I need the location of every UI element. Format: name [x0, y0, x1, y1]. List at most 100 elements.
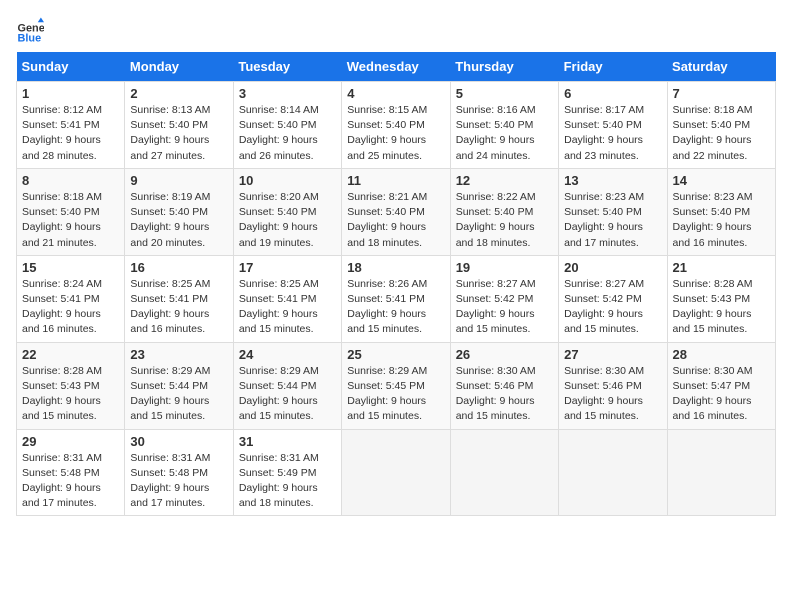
calendar-cell: 21 Sunrise: 8:28 AMSunset: 5:43 PMDayligh… [667, 255, 775, 342]
day-number: 3 [239, 86, 336, 101]
day-info: Sunrise: 8:28 AMSunset: 5:43 PMDaylight:… [673, 277, 770, 338]
calendar-cell: 3 Sunrise: 8:14 AMSunset: 5:40 PMDaylight… [233, 82, 341, 169]
day-info: Sunrise: 8:31 AMSunset: 5:48 PMDaylight:… [130, 451, 227, 512]
calendar-cell: 9 Sunrise: 8:19 AMSunset: 5:40 PMDaylight… [125, 168, 233, 255]
day-info: Sunrise: 8:29 AMSunset: 5:45 PMDaylight:… [347, 364, 444, 425]
calendar-cell: 2 Sunrise: 8:13 AMSunset: 5:40 PMDaylight… [125, 82, 233, 169]
calendar-cell: 20 Sunrise: 8:27 AMSunset: 5:42 PMDayligh… [559, 255, 667, 342]
day-info: Sunrise: 8:18 AMSunset: 5:40 PMDaylight:… [22, 190, 119, 251]
calendar-cell: 1 Sunrise: 8:12 AMSunset: 5:41 PMDaylight… [17, 82, 125, 169]
day-info: Sunrise: 8:29 AMSunset: 5:44 PMDaylight:… [130, 364, 227, 425]
day-number: 20 [564, 260, 661, 275]
calendar-cell: 14Sunrise: 8:23 AMSunset: 5:40 PMDayligh… [667, 168, 775, 255]
day-number: 31 [239, 434, 336, 449]
calendar-cell: 5 Sunrise: 8:16 AMSunset: 5:40 PMDaylight… [450, 82, 558, 169]
svg-text:Blue: Blue [18, 33, 42, 44]
day-info: Sunrise: 8:25 AMSunset: 5:41 PMDaylight:… [239, 277, 336, 338]
dow-header: Sunday [17, 52, 125, 82]
day-info: Sunrise: 8:31 AMSunset: 5:48 PMDaylight:… [22, 451, 119, 512]
logo-icon: General Blue [16, 16, 44, 44]
calendar-cell: 15 Sunrise: 8:24 AMSunset: 5:41 PMDayligh… [17, 255, 125, 342]
day-number: 21 [673, 260, 770, 275]
calendar-week-row: 8Sunrise: 8:18 AMSunset: 5:40 PMDaylight… [17, 168, 776, 255]
day-number: 1 [22, 86, 119, 101]
calendar-cell: 16 Sunrise: 8:25 AMSunset: 5:41 PMDayligh… [125, 255, 233, 342]
calendar-cell: 27 Sunrise: 8:30 AMSunset: 5:46 PMDayligh… [559, 342, 667, 429]
day-number: 22 [22, 347, 119, 362]
day-info: Sunrise: 8:15 AMSunset: 5:40 PMDaylight:… [347, 103, 444, 164]
day-info: Sunrise: 8:12 AMSunset: 5:41 PMDaylight:… [22, 103, 119, 164]
day-info: Sunrise: 8:25 AMSunset: 5:41 PMDaylight:… [130, 277, 227, 338]
day-info: Sunrise: 8:17 AMSunset: 5:40 PMDaylight:… [564, 103, 661, 164]
day-number: 18 [347, 260, 444, 275]
day-number: 27 [564, 347, 661, 362]
day-number: 14 [673, 173, 770, 188]
day-info: Sunrise: 8:13 AMSunset: 5:40 PMDaylight:… [130, 103, 227, 164]
calendar-week-row: 22Sunrise: 8:28 AMSunset: 5:43 PMDayligh… [17, 342, 776, 429]
dow-header: Friday [559, 52, 667, 82]
day-info: Sunrise: 8:24 AMSunset: 5:41 PMDaylight:… [22, 277, 119, 338]
calendar-cell: 28 Sunrise: 8:30 AMSunset: 5:47 PMDayligh… [667, 342, 775, 429]
day-number: 25 [347, 347, 444, 362]
day-number: 30 [130, 434, 227, 449]
dow-header: Wednesday [342, 52, 450, 82]
day-number: 16 [130, 260, 227, 275]
calendar-cell [667, 429, 775, 516]
day-number: 2 [130, 86, 227, 101]
day-info: Sunrise: 8:30 AMSunset: 5:47 PMDaylight:… [673, 364, 770, 425]
day-info: Sunrise: 8:23 AMSunset: 5:40 PMDaylight:… [564, 190, 661, 251]
calendar-cell: 25 Sunrise: 8:29 AMSunset: 5:45 PMDayligh… [342, 342, 450, 429]
calendar-cell: 10Sunrise: 8:20 AMSunset: 5:40 PMDayligh… [233, 168, 341, 255]
calendar-cell: 31 Sunrise: 8:31 AMSunset: 5:49 PMDayligh… [233, 429, 341, 516]
day-number: 19 [456, 260, 553, 275]
day-info: Sunrise: 8:30 AMSunset: 5:46 PMDaylight:… [456, 364, 553, 425]
day-info: Sunrise: 8:22 AMSunset: 5:40 PMDaylight:… [456, 190, 553, 251]
day-info: Sunrise: 8:31 AMSunset: 5:49 PMDaylight:… [239, 451, 336, 512]
calendar-week-row: 1 Sunrise: 8:12 AMSunset: 5:41 PMDaylight… [17, 82, 776, 169]
dow-header: Tuesday [233, 52, 341, 82]
day-number: 24 [239, 347, 336, 362]
day-number: 4 [347, 86, 444, 101]
calendar-cell: 23 Sunrise: 8:29 AMSunset: 5:44 PMDayligh… [125, 342, 233, 429]
day-info: Sunrise: 8:21 AMSunset: 5:40 PMDaylight:… [347, 190, 444, 251]
day-number: 6 [564, 86, 661, 101]
calendar-cell [450, 429, 558, 516]
day-number: 23 [130, 347, 227, 362]
day-number: 28 [673, 347, 770, 362]
day-info: Sunrise: 8:26 AMSunset: 5:41 PMDaylight:… [347, 277, 444, 338]
day-number: 11 [347, 173, 444, 188]
calendar-cell [342, 429, 450, 516]
day-number: 7 [673, 86, 770, 101]
day-info: Sunrise: 8:16 AMSunset: 5:40 PMDaylight:… [456, 103, 553, 164]
day-number: 12 [456, 173, 553, 188]
calendar-cell: 4 Sunrise: 8:15 AMSunset: 5:40 PMDaylight… [342, 82, 450, 169]
calendar-cell: 30 Sunrise: 8:31 AMSunset: 5:48 PMDayligh… [125, 429, 233, 516]
calendar-table: SundayMondayTuesdayWednesdayThursdayFrid… [16, 52, 776, 516]
dow-header: Saturday [667, 52, 775, 82]
day-info: Sunrise: 8:14 AMSunset: 5:40 PMDaylight:… [239, 103, 336, 164]
day-number: 5 [456, 86, 553, 101]
calendar-cell: 22Sunrise: 8:28 AMSunset: 5:43 PMDayligh… [17, 342, 125, 429]
calendar-cell: 11 Sunrise: 8:21 AMSunset: 5:40 PMDayligh… [342, 168, 450, 255]
calendar-cell: 26Sunrise: 8:30 AMSunset: 5:46 PMDayligh… [450, 342, 558, 429]
calendar-cell: 13 Sunrise: 8:23 AMSunset: 5:40 PMDayligh… [559, 168, 667, 255]
calendar-cell: 6 Sunrise: 8:17 AMSunset: 5:40 PMDaylight… [559, 82, 667, 169]
day-info: Sunrise: 8:30 AMSunset: 5:46 PMDaylight:… [564, 364, 661, 425]
day-info: Sunrise: 8:18 AMSunset: 5:40 PMDaylight:… [673, 103, 770, 164]
dow-header: Thursday [450, 52, 558, 82]
calendar-cell: 7 Sunrise: 8:18 AMSunset: 5:40 PMDaylight… [667, 82, 775, 169]
calendar-cell: 29 Sunrise: 8:31 AMSunset: 5:48 PMDayligh… [17, 429, 125, 516]
logo: General Blue [16, 16, 44, 44]
day-info: Sunrise: 8:19 AMSunset: 5:40 PMDaylight:… [130, 190, 227, 251]
day-number: 15 [22, 260, 119, 275]
day-number: 17 [239, 260, 336, 275]
calendar-body: 1 Sunrise: 8:12 AMSunset: 5:41 PMDaylight… [17, 82, 776, 516]
calendar-cell: 17 Sunrise: 8:25 AMSunset: 5:41 PMDayligh… [233, 255, 341, 342]
day-info: Sunrise: 8:27 AMSunset: 5:42 PMDaylight:… [564, 277, 661, 338]
calendar-week-row: 15 Sunrise: 8:24 AMSunset: 5:41 PMDayligh… [17, 255, 776, 342]
calendar-cell: 18 Sunrise: 8:26 AMSunset: 5:41 PMDayligh… [342, 255, 450, 342]
day-number: 29 [22, 434, 119, 449]
day-number: 9 [130, 173, 227, 188]
days-of-week-row: SundayMondayTuesdayWednesdayThursdayFrid… [17, 52, 776, 82]
day-number: 13 [564, 173, 661, 188]
